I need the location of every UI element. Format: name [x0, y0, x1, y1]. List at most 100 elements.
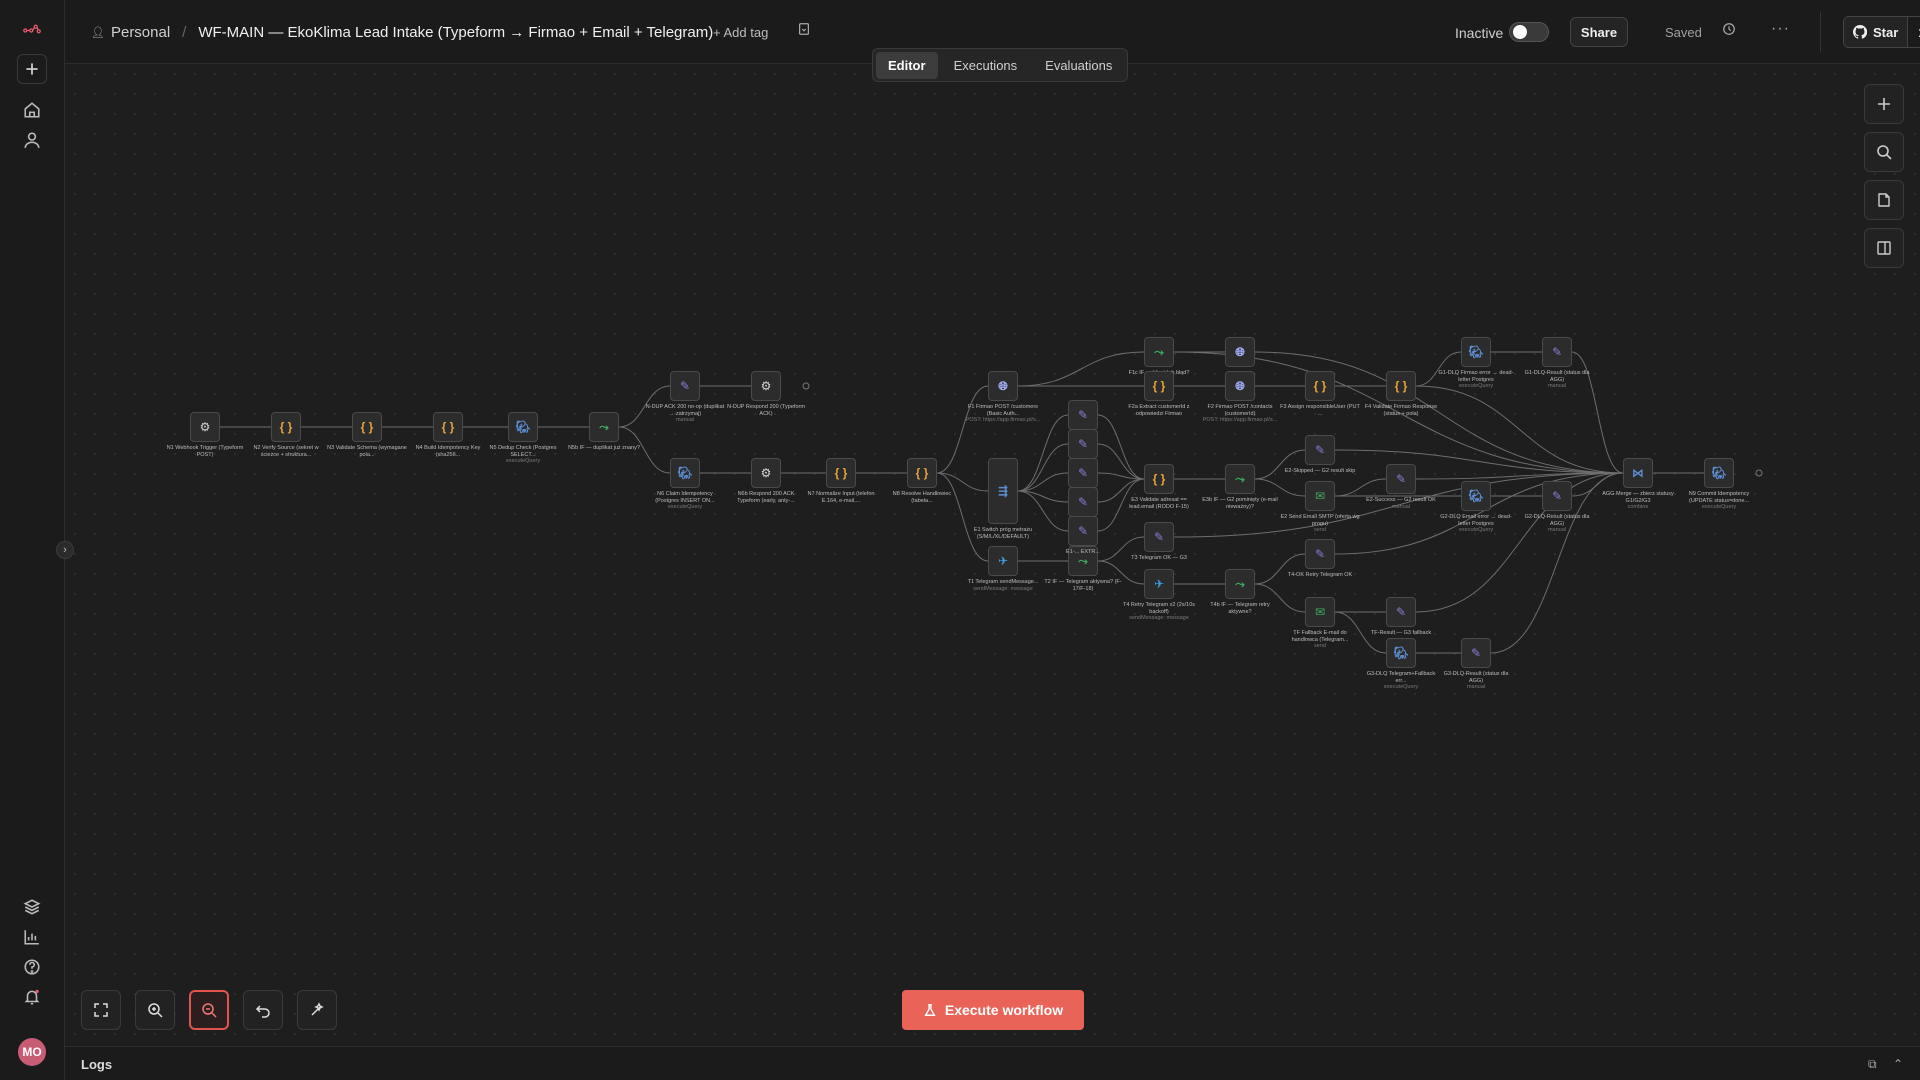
if-icon: ⤳: [1235, 471, 1245, 486]
toggle-panel-button[interactable]: [1864, 228, 1904, 268]
workflow-node-e2s[interactable]: ✎: [1305, 435, 1335, 465]
user-avatar[interactable]: MO: [18, 1038, 46, 1066]
workflow-node-g2[interactable]: 🐘︎: [1461, 481, 1491, 511]
n8n-logo-icon[interactable]: [17, 14, 47, 44]
workflow-node-g1r[interactable]: ✎: [1542, 337, 1572, 367]
globe-icon: 🌐︎: [1235, 378, 1245, 393]
archive-icon[interactable]: [797, 22, 817, 42]
search-nodes-button[interactable]: [1864, 132, 1904, 172]
zoom-out-button[interactable]: [189, 990, 229, 1030]
history-icon[interactable]: [1722, 22, 1742, 42]
workflow-node-g3r[interactable]: ✎: [1461, 638, 1491, 668]
github-star-widget[interactable]: Star 192,190: [1843, 16, 1920, 48]
add-node-button[interactable]: [1864, 84, 1904, 124]
postgres-icon: 🐘︎: [1393, 646, 1409, 660]
switch-icon: ⇶: [997, 484, 1009, 498]
workflow-node-t1[interactable]: ✈: [988, 546, 1018, 576]
workflow-node-label: F1 Firmao POST /customers (Basic Auth...…: [963, 404, 1043, 424]
pencil-icon: ✎: [1314, 547, 1326, 561]
workflow-node-s4[interactable]: ✎: [1068, 487, 1098, 517]
workflow-node-s3[interactable]: ✎: [1068, 458, 1098, 488]
workflow-node-g1[interactable]: 🐘︎: [1461, 337, 1491, 367]
help-icon[interactable]: [17, 952, 47, 982]
workflow-node-label: AGG Merge — zbierz statusy G1/G2/G3 combi…: [1598, 491, 1678, 511]
workflow-node-n5b[interactable]: ⤳: [589, 412, 619, 442]
workflow-node-e3b[interactable]: ⤳: [1225, 464, 1255, 494]
add-tag-button[interactable]: + Add tag: [713, 25, 768, 40]
workflow-node-n1[interactable]: ⚙: [190, 412, 220, 442]
workflow-node-n2[interactable]: { }: [271, 412, 301, 442]
workflow-node-t4[interactable]: ✈: [1144, 569, 1174, 599]
templates-icon[interactable]: [17, 892, 47, 922]
postgres-icon: 🐘︎: [1468, 489, 1484, 503]
workflow-node-f1[interactable]: 🌐︎: [988, 371, 1018, 401]
logs-panel-bar[interactable]: Logs ⧉ ⌃: [65, 1046, 1920, 1080]
workflow-node-f2[interactable]: 🌐︎: [1225, 371, 1255, 401]
sidebar-expand-chevron-icon[interactable]: ›: [56, 541, 74, 559]
pencil-icon: ✎: [1077, 495, 1089, 509]
tab-evaluations[interactable]: Evaluations: [1033, 52, 1124, 79]
sticky-note-button[interactable]: [1864, 180, 1904, 220]
workflow-node-s1[interactable]: ✎: [1068, 400, 1098, 430]
notifications-bell-icon[interactable]: [17, 982, 47, 1012]
workflow-node-f3[interactable]: { }: [1305, 371, 1335, 401]
workflow-node-ndup[interactable]: ✎: [670, 371, 700, 401]
workflow-node-n3[interactable]: { }: [352, 412, 382, 442]
node-title: TF Fallback E-mail do handlowca (Telegra…: [1291, 630, 1349, 643]
breadcrumb-project[interactable]: Personal: [111, 24, 170, 41]
workflow-node-e2ok[interactable]: ✎: [1386, 464, 1416, 494]
workflow-node-s2[interactable]: ✎: [1068, 429, 1098, 459]
workflow-node-n7[interactable]: { }: [826, 458, 856, 488]
workflow-node-tfr[interactable]: ✎: [1386, 597, 1416, 627]
workflow-node-agg[interactable]: ⋈: [1623, 458, 1653, 488]
workflow-node-g2r[interactable]: ✎: [1542, 481, 1572, 511]
workflow-node-tf[interactable]: ✉: [1305, 597, 1335, 627]
node-title: F4 Validate Firmao Response (status + po…: [1364, 404, 1438, 417]
workflow-node-n6[interactable]: 🐘︎: [670, 458, 700, 488]
chevron-up-icon[interactable]: ⌃: [1893, 1057, 1903, 1071]
node-title: E3 Validate adresat == lead.email (RODO …: [1129, 497, 1189, 510]
workflow-title[interactable]: WF-MAIN — EkoKlima Lead Intake (Typeform…: [198, 24, 713, 41]
zoom-in-button[interactable]: [135, 990, 175, 1030]
tab-editor[interactable]: Editor: [876, 51, 938, 79]
workflow-node-t4b[interactable]: ⤳: [1225, 569, 1255, 599]
tidy-up-button[interactable]: [297, 990, 337, 1030]
workflow-node-f4[interactable]: { }: [1386, 371, 1416, 401]
more-options-button[interactable]: ···: [1771, 20, 1790, 38]
workflow-node-n9[interactable]: 🐘︎: [1704, 458, 1734, 488]
create-plus-button[interactable]: [17, 54, 47, 84]
webhook-icon: ⚙: [199, 420, 211, 434]
fit-view-button[interactable]: [81, 990, 121, 1030]
workflow-node-t3[interactable]: ✎: [1144, 522, 1174, 552]
workflow-node-e1[interactable]: ⇶: [988, 458, 1018, 524]
workflow-node-n4[interactable]: { }: [433, 412, 463, 442]
tab-executions[interactable]: Executions: [942, 52, 1030, 79]
activate-toggle[interactable]: [1509, 22, 1549, 42]
github-star-button[interactable]: Star: [1844, 17, 1909, 47]
workflow-node-n6b[interactable]: ⚙: [751, 458, 781, 488]
if-icon: ⤳: [599, 419, 609, 434]
workflow-node-f2b[interactable]: 🌐︎: [1225, 337, 1255, 367]
workflow-node-n5[interactable]: 🐘︎: [508, 412, 538, 442]
workflow-node-label: T3 Telegram OK — G3: [1119, 555, 1199, 562]
workflow-node-ndupr[interactable]: ⚙: [751, 371, 781, 401]
workflow-node-f1c[interactable]: ⤳: [1144, 337, 1174, 367]
workflow-status-label: Inactive: [1455, 25, 1504, 41]
workflow-node-f2a[interactable]: { }: [1144, 371, 1174, 401]
undo-button[interactable]: [243, 990, 283, 1030]
workflow-node-e2[interactable]: ✉: [1305, 481, 1335, 511]
home-icon[interactable]: [17, 95, 47, 125]
workflow-node-e3[interactable]: { }: [1144, 464, 1174, 494]
workflow-node-n8[interactable]: { }: [907, 458, 937, 488]
workflow-node-t4ok[interactable]: ✎: [1305, 539, 1335, 569]
share-button[interactable]: Share: [1570, 17, 1628, 47]
workflow-node-s5[interactable]: ✎: [1068, 516, 1098, 546]
popout-icon[interactable]: ⧉: [1868, 1057, 1877, 1072]
execute-workflow-button[interactable]: Execute workflow: [902, 990, 1084, 1030]
workflow-node-g3[interactable]: 🐘︎: [1386, 638, 1416, 668]
workflow-node-label: N7 Normalize Input (telefon E.164, e-mai…: [801, 491, 881, 504]
node-title: N2 Verify Source (sekret w ścieżce + str…: [253, 445, 319, 458]
if-icon: ⤳: [1235, 576, 1245, 591]
user-icon[interactable]: [17, 125, 47, 155]
insights-chart-icon[interactable]: [17, 922, 47, 952]
